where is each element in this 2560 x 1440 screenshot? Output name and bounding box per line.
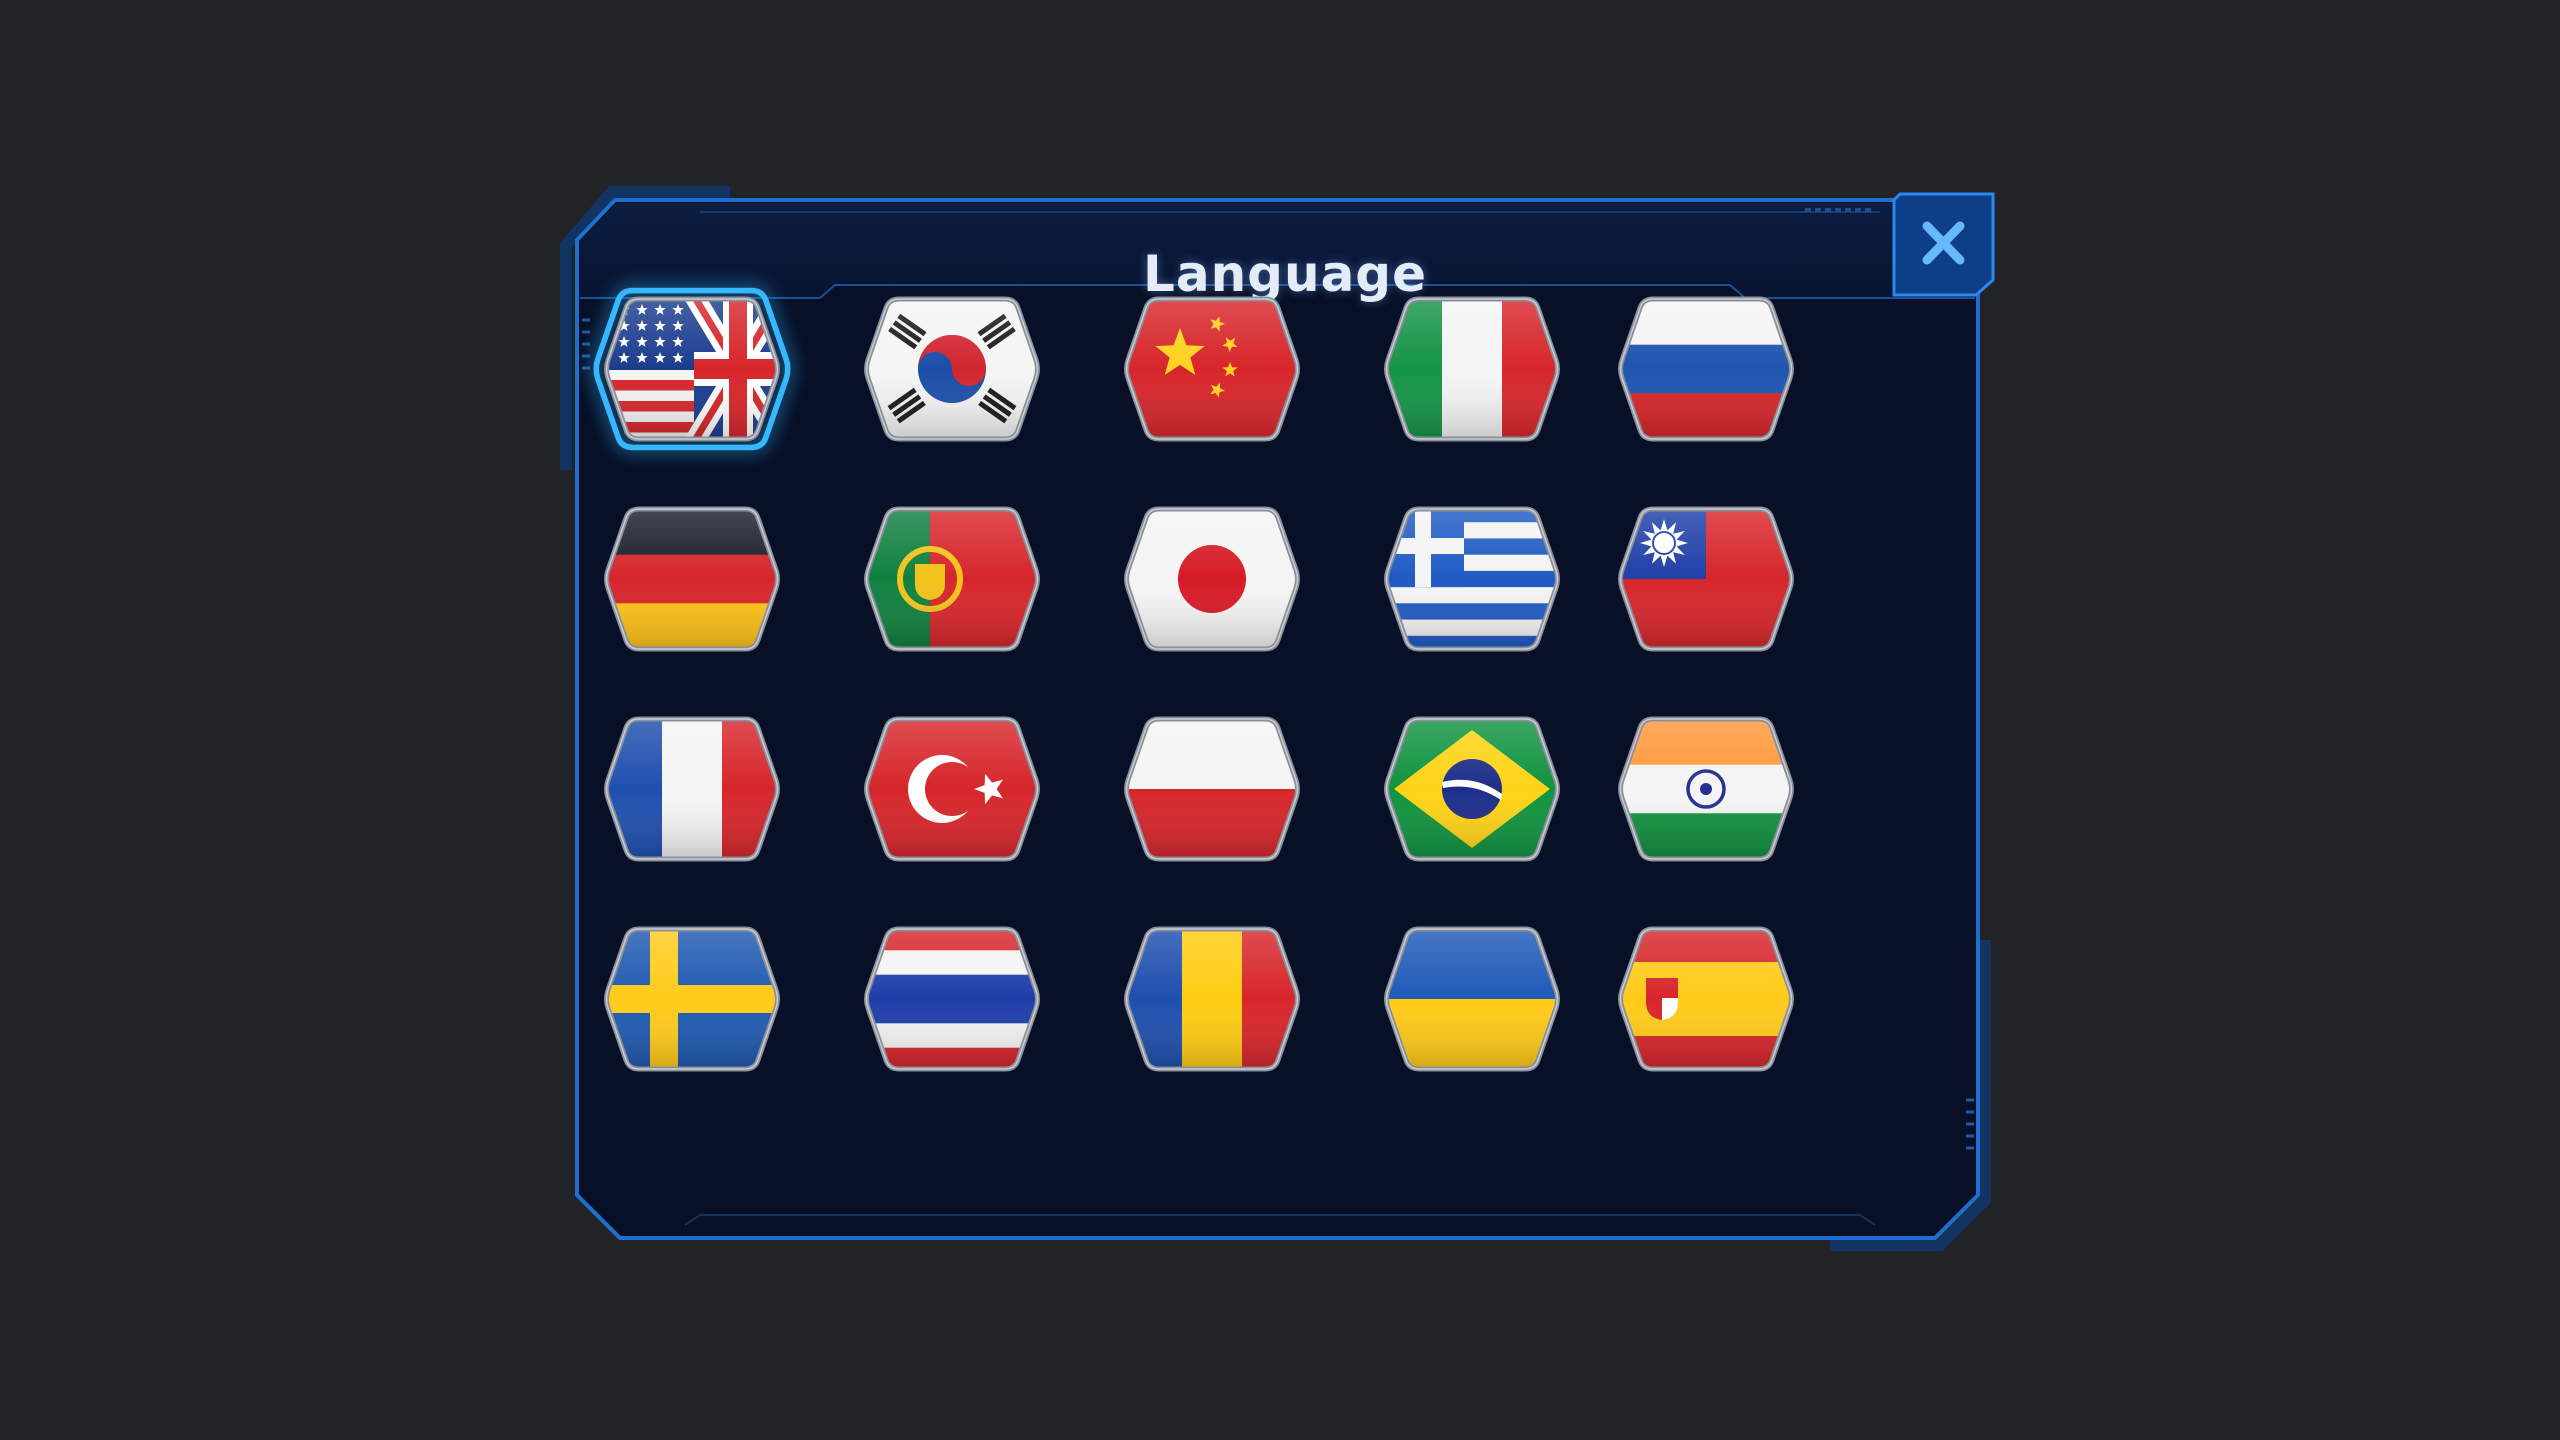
language-option-sweden[interactable] <box>602 926 782 1072</box>
language-screen: Language <box>0 0 2560 1440</box>
language-option-india[interactable] <box>1616 716 1796 862</box>
language-option-france[interactable] <box>602 716 782 862</box>
language-option-portugal[interactable] <box>862 506 1042 652</box>
language-option-italy[interactable] <box>1382 296 1562 442</box>
language-option-romania[interactable] <box>1122 926 1302 1072</box>
language-option-taiwan[interactable] <box>1616 506 1796 652</box>
language-option-us-uk[interactable] <box>593 287 791 451</box>
language-option-germany[interactable] <box>602 506 782 652</box>
language-option-russia[interactable] <box>1616 296 1796 442</box>
language-option-brazil[interactable] <box>1382 716 1562 862</box>
language-option-poland[interactable] <box>1122 716 1302 862</box>
language-option-china[interactable] <box>1122 296 1302 442</box>
close-button[interactable] <box>1892 192 1995 297</box>
language-option-south-korea[interactable] <box>862 296 1042 442</box>
language-option-spain[interactable] <box>1616 926 1796 1072</box>
language-option-greece[interactable] <box>1382 506 1562 652</box>
language-option-thailand[interactable] <box>862 926 1042 1072</box>
language-option-ukraine[interactable] <box>1382 926 1562 1072</box>
language-option-japan[interactable] <box>1122 506 1302 652</box>
language-option-turkey[interactable] <box>862 716 1042 862</box>
dialog-title: Language <box>1142 245 1428 303</box>
